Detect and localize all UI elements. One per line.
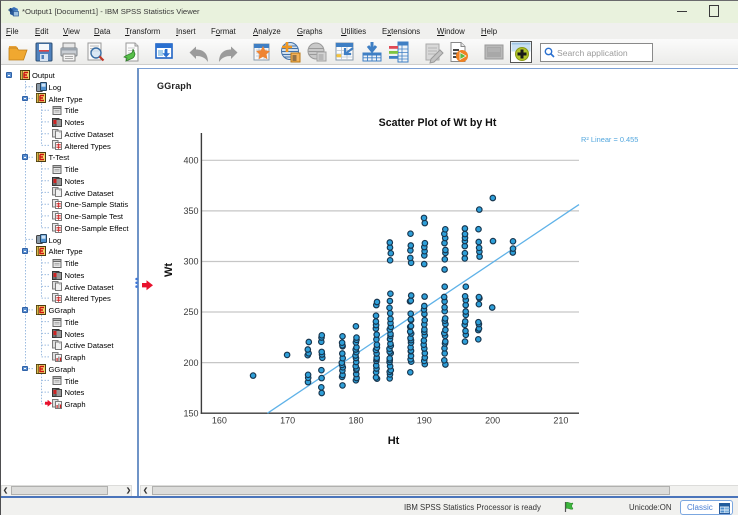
svg-text:Wt: Wt xyxy=(163,263,175,277)
svg-text:200: 200 xyxy=(485,416,500,426)
svg-text:180: 180 xyxy=(348,416,363,426)
svg-text:170: 170 xyxy=(280,416,295,426)
svg-text:300: 300 xyxy=(183,257,198,267)
svg-text:250: 250 xyxy=(183,307,198,317)
svg-text:200: 200 xyxy=(183,358,198,368)
svg-text:190: 190 xyxy=(417,416,432,426)
svg-text:400: 400 xyxy=(183,156,198,166)
svg-text:210: 210 xyxy=(553,416,568,426)
svg-text:160: 160 xyxy=(212,416,227,426)
svg-text:150: 150 xyxy=(183,408,198,418)
svg-text:350: 350 xyxy=(183,206,198,216)
svg-text:Scatter Plot of Wt by Ht: Scatter Plot of Wt by Ht xyxy=(379,117,497,129)
svg-text:Ht: Ht xyxy=(388,435,400,447)
svg-text:R² Linear = 0.455: R² Linear = 0.455 xyxy=(581,135,638,144)
